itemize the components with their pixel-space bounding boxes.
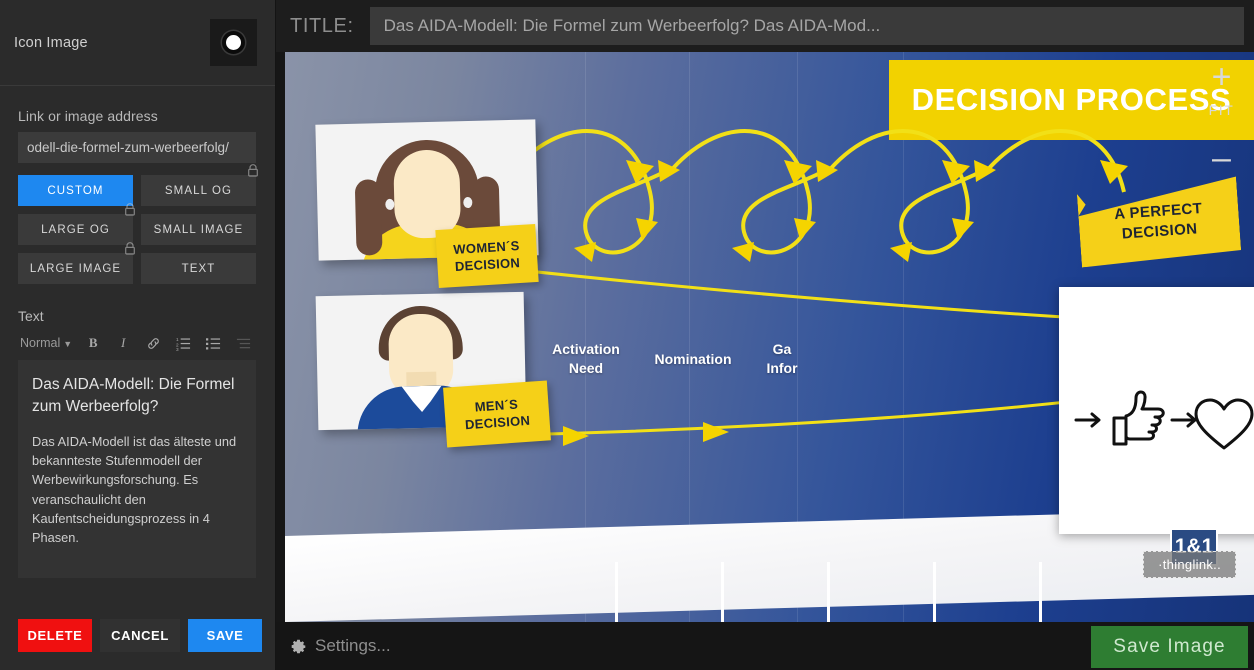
bullet-list-icon (205, 337, 220, 349)
tag-type-small-image-button[interactable]: SMALL IMAGE (141, 214, 256, 245)
settings-label: Settings... (315, 636, 391, 655)
phase-label-activation-need: Activation Need (530, 340, 642, 378)
title-bar: TITLE: Das AIDA-Modell: Die Formel zum W… (276, 0, 1254, 52)
delete-button[interactable]: DELETE (18, 619, 92, 652)
poster-floor-seam (615, 562, 618, 622)
cancel-button[interactable]: CANCEL (100, 619, 180, 652)
delete-button-label: DELETE (27, 628, 83, 643)
link-button[interactable] (139, 331, 167, 355)
text-section-label: Text (18, 308, 44, 324)
woman-face-icon (393, 149, 462, 239)
title-label: TITLE: (290, 14, 354, 37)
align-icon (236, 338, 250, 348)
editor-action-row: DELETE CANCEL SAVE (18, 619, 262, 652)
phase-nomination-line1: Nomination (654, 351, 732, 367)
phase-gather-line2: Infor (766, 359, 798, 376)
tag-womens-decision: WOMEN´S DECISION (435, 224, 539, 288)
lock-icon (125, 242, 135, 255)
icon-image-label: Icon Image (14, 34, 88, 51)
tag-preview-popup[interactable]: ` Das AIDA-Modell: Die Formel zum Werbee… (1059, 287, 1254, 534)
woman-hair-left-icon (354, 179, 383, 256)
bold-button[interactable]: B (79, 331, 107, 355)
numbered-list-button[interactable]: 1 2 3 (169, 331, 197, 355)
tag-perfect-line2: DECISION (1121, 220, 1199, 243)
poster-floor-seam (827, 562, 830, 622)
lock-icon (248, 164, 258, 177)
zoom-in-button[interactable]: + (1212, 60, 1232, 94)
phase-activation-line1: Activation (552, 341, 620, 357)
editor-main-pane: TITLE: Das AIDA-Modell: Die Formel zum W… (276, 0, 1254, 670)
tag-type-large-image-button[interactable]: LARGE IMAGE (18, 242, 135, 284)
tag-type-text-label: TEXT (181, 262, 216, 275)
popup-illustration: ` (1059, 287, 1254, 534)
save-image-button[interactable]: Save Image (1091, 626, 1248, 668)
link-field-label: Link or image address (18, 108, 158, 124)
numbered-list-icon: 1 2 3 (176, 337, 190, 351)
woman-earring-right-icon (463, 196, 473, 209)
logo-thinglink[interactable]: ·thinglink.. (1143, 551, 1236, 578)
icon-image-preview-button[interactable] (210, 19, 257, 66)
thinglink-editor-app: Icon Image Link or image address CUSTOM … (0, 0, 1254, 670)
italic-button[interactable]: I (109, 331, 137, 355)
icon-image-row: Icon Image (0, 0, 275, 86)
tag-editor-sidebar: Icon Image Link or image address CUSTOM … (0, 0, 276, 670)
gear-icon (291, 639, 306, 653)
save-button[interactable]: SAVE (188, 619, 262, 652)
cancel-button-label: CANCEL (111, 628, 169, 643)
rich-text-editor[interactable]: Das AIDA-Modell: Die Formel zum Werbeerf… (18, 360, 256, 578)
text-style-value: Normal (20, 336, 61, 350)
logo-thinglink-text: ·thinglink.. (1158, 557, 1221, 572)
phase-activation-line2: Need (568, 359, 604, 376)
tag-type-custom-button[interactable]: CUSTOM (18, 175, 133, 206)
settings-button[interactable]: Settings... (290, 636, 391, 656)
tag-mens-decision: MEN´S DECISION (443, 380, 551, 448)
poster-floor-seam (721, 562, 724, 622)
poster-banner-text: DECISION PROCESS (911, 82, 1232, 117)
bottom-bar: Settings... Save Image (276, 622, 1254, 670)
editor-paragraph: Das AIDA-Modell ist das älteste und beka… (32, 434, 237, 545)
zoom-fit-button[interactable]: FIT (1209, 102, 1235, 118)
bullet-list-button[interactable] (199, 331, 227, 355)
tag-type-large-og-button[interactable]: LARGE OG (18, 203, 135, 245)
tag-type-button-grid: CUSTOM SMALL OG LARGE OG SMALL IMAGE LAR… (18, 164, 258, 284)
bold-icon: B (88, 335, 98, 350)
title-input[interactable]: Das AIDA-Modell: Die Formel zum Werbeerf… (369, 7, 1244, 45)
text-style-select[interactable]: Normal ▼ (18, 336, 77, 350)
poster-floor-seam (933, 562, 936, 622)
tag-type-small-og-label: SMALL OG (164, 184, 233, 197)
link-section: Link or image address CUSTOM SMALL OG LA… (0, 108, 275, 578)
link-address-input[interactable] (18, 132, 256, 163)
tag-type-large-og-label: LARGE OG (41, 223, 110, 236)
editor-heading: Das AIDA-Modell: Die Formel zum Werbeerf… (32, 376, 235, 415)
italic-icon: I (121, 335, 126, 350)
lock-icon (125, 203, 135, 216)
circle-ring-icon (222, 31, 245, 54)
svg-text:3: 3 (176, 347, 179, 351)
zoom-out-button[interactable]: – (1212, 141, 1231, 175)
tag-mens-decision-line2: DECISION (464, 412, 531, 433)
tag-type-small-og-button[interactable]: SMALL OG (141, 164, 258, 206)
thumbs-up-heart-arrows-icon: ` (1074, 390, 1254, 449)
zoom-controls: + FIT – (1189, 52, 1254, 175)
tag-type-small-image-label: SMALL IMAGE (153, 223, 244, 236)
phase-gather-line1: Ga (772, 341, 792, 357)
link-icon (147, 337, 159, 349)
align-button[interactable] (229, 331, 257, 355)
save-image-label: Save Image (1113, 636, 1226, 657)
save-button-label: SAVE (206, 628, 244, 643)
tag-type-large-image-label: LARGE IMAGE (29, 262, 122, 275)
rich-text-toolbar: Normal ▼ B I 1 2 3 (18, 330, 257, 356)
tag-womens-decision-line2: DECISION (454, 255, 521, 274)
poster-floor-seam (1039, 562, 1042, 622)
chevron-down-icon: ▼ (63, 339, 73, 349)
phase-label-nomination: Nomination (637, 350, 749, 369)
tag-type-text-button[interactable]: TEXT (141, 253, 256, 284)
phase-label-gather-information: Ga Infor (737, 340, 827, 378)
tag-type-custom-label: CUSTOM (47, 184, 104, 197)
